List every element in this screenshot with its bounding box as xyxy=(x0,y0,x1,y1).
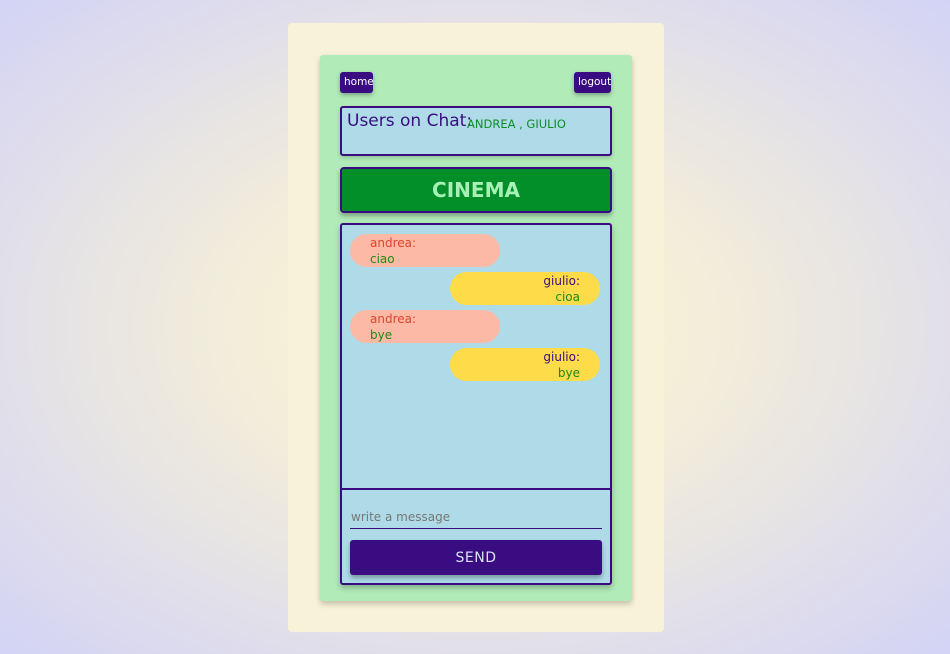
message-sender: andrea: xyxy=(370,312,417,326)
home-button[interactable]: home xyxy=(340,72,374,93)
message-sender: giulio: xyxy=(543,350,580,364)
message-text: bye xyxy=(557,366,580,380)
message-text: cioa xyxy=(555,290,580,304)
message-text: bye xyxy=(370,328,393,342)
users-on-chat-box: Users on Chat: ANDREA , GIULIO xyxy=(340,106,612,156)
message-sender: giulio: xyxy=(543,274,580,288)
message-text: ciao xyxy=(370,252,395,266)
users-on-chat-label: Users on Chat: xyxy=(347,111,473,131)
send-button[interactable]: SEND xyxy=(350,540,602,575)
message-bubble: andrea: bye xyxy=(350,310,500,343)
message-sender: andrea: xyxy=(370,236,417,250)
message-bubble: andrea: ciao xyxy=(350,234,500,267)
messages-area[interactable]: andrea: ciao giulio: cioa andrea: bye gi… xyxy=(342,225,610,490)
room-title: CINEMA xyxy=(340,167,612,213)
users-list: ANDREA , GIULIO xyxy=(467,117,566,131)
message-bubble: giulio: bye xyxy=(450,348,600,381)
logout-button[interactable]: logout xyxy=(574,72,611,93)
message-bubble: giulio: cioa xyxy=(450,272,600,305)
message-input[interactable] xyxy=(350,505,602,529)
chat-box: andrea: ciao giulio: cioa andrea: bye gi… xyxy=(340,223,612,585)
